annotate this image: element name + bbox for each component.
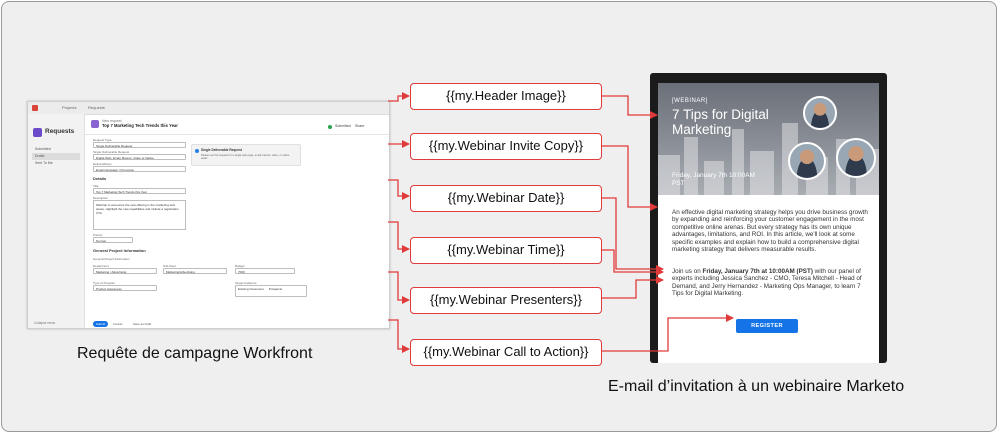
connector-line: [388, 92, 410, 102]
connector-line: [388, 179, 410, 200]
token-webinar-date: {{my.Webinar Date}}: [410, 185, 602, 212]
connector-line: [388, 319, 410, 353]
token-header-image: {{my.Header Image}}: [410, 83, 602, 110]
token-webinar-presenters: {{my.Webinar Presenters}}: [410, 287, 602, 314]
connector-line: [388, 271, 410, 304]
token-webinar-time: {{my.Webinar Time}}: [410, 237, 602, 264]
token-webinar-call-to-action: {{my.Webinar Call to Action}}: [410, 339, 602, 366]
connector-line: [388, 221, 410, 253]
connector-line: [602, 276, 664, 299]
connector-line: [602, 314, 734, 352]
connector-line: [602, 95, 658, 119]
connector-line: [602, 197, 664, 273]
token-webinar-invite-copy: {{my.Webinar Invite Copy}}: [410, 133, 602, 160]
connector-lines: [388, 92, 734, 353]
